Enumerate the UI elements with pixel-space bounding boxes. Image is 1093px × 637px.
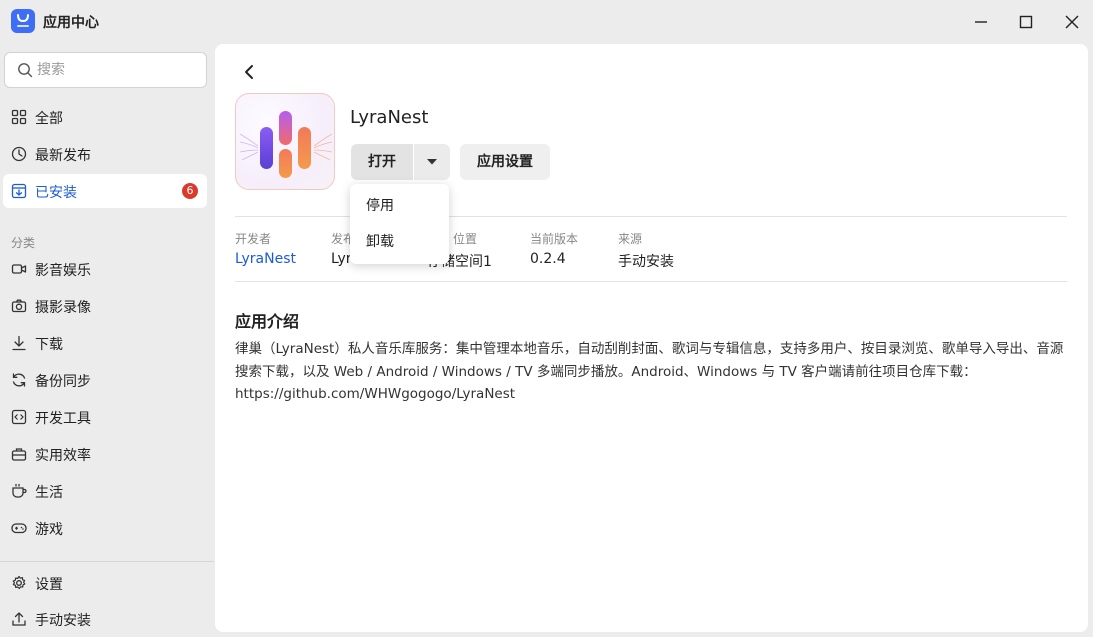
meta-label-developer: 开发者 <box>235 232 272 246</box>
sidebar-item-label: 摄影录像 <box>35 300 91 316</box>
sidebar-item-manual-install[interactable]: 手动安装 <box>3 602 207 636</box>
sidebar-item-label: 影音娱乐 <box>35 263 91 279</box>
app-icon <box>235 93 335 190</box>
app-detail-panel: LyraNest 打开 应用设置 开发者 LyraNest 发布 Lyr 位置 … <box>215 44 1088 632</box>
open-options-dropdown[interactable] <box>414 144 450 180</box>
back-icon[interactable] <box>239 62 259 82</box>
caret-down-icon <box>427 159 437 165</box>
upload-icon <box>12 612 26 626</box>
meta-value-publisher: Lyr <box>331 251 352 267</box>
sidebar-item-label: 设置 <box>35 577 63 593</box>
minimize-icon[interactable] <box>969 10 993 34</box>
window-title: 应用中心 <box>43 15 99 31</box>
sidebar-item-label: 已安装 <box>35 185 77 201</box>
meta-value-version: 0.2.4 <box>530 251 566 267</box>
sidebar-item-label: 备份同步 <box>35 374 91 390</box>
intro-text: 律巢（LyraNest）私人音乐库服务：集中管理本地音乐，自动刮削封面、歌词与专… <box>235 341 1064 402</box>
sidebar-item-backup[interactable]: 备份同步 <box>3 363 207 397</box>
sidebar-item-installed[interactable]: 已安装 6 <box>3 174 207 208</box>
sidebar-item-devtools[interactable]: 开发工具 <box>3 400 207 434</box>
cup-icon <box>12 483 27 498</box>
sidebar-item-label: 生活 <box>35 485 63 501</box>
meta-label-location: 位置 <box>453 232 478 246</box>
video-icon <box>11 264 27 274</box>
sidebar-item-download[interactable]: 下载 <box>3 326 207 360</box>
sidebar-item-productivity[interactable]: 实用效率 <box>3 437 207 471</box>
sidebar-item-latest[interactable]: 最新发布 <box>3 137 207 171</box>
sidebar-item-photo[interactable]: 摄影录像 <box>3 289 207 323</box>
sync-icon <box>12 373 26 387</box>
sidebar-item-label: 下载 <box>35 337 63 353</box>
app-settings-button[interactable]: 应用设置 <box>460 144 550 180</box>
clock-icon <box>11 146 27 162</box>
store-icon <box>11 9 35 33</box>
search-icon <box>18 63 33 78</box>
sidebar-item-media[interactable]: 影音娱乐 <box>3 252 207 286</box>
close-icon[interactable] <box>1060 10 1084 34</box>
sidebar-item-label: 游戏 <box>35 522 63 538</box>
sidebar-item-all[interactable]: 全部 <box>3 100 207 134</box>
download-icon <box>12 335 26 351</box>
app-name: LyraNest <box>350 107 429 128</box>
sidebar-item-life[interactable]: 生活 <box>3 474 207 508</box>
sidebar-item-label: 开发工具 <box>35 411 91 427</box>
installed-icon <box>11 183 27 199</box>
disable-menu-item[interactable]: 停用 <box>350 188 449 224</box>
sidebar-item-settings[interactable]: 设置 <box>3 566 207 600</box>
sidebar-item-games[interactable]: 游戏 <box>3 511 207 545</box>
sidebar-item-label: 最新发布 <box>35 148 91 164</box>
code-icon <box>11 409 27 425</box>
meta-label-source: 来源 <box>618 232 643 246</box>
toolbox-icon <box>11 448 27 461</box>
developer-link[interactable]: LyraNest <box>235 251 296 267</box>
intro-heading: 应用介绍 <box>235 312 300 331</box>
sidebar-item-label: 实用效率 <box>35 448 91 464</box>
search-box[interactable] <box>4 52 207 88</box>
meta-label-version: 当前版本 <box>530 232 579 246</box>
open-options-menu: 停用 卸载 <box>350 184 449 264</box>
divider <box>235 281 1067 282</box>
search-input[interactable] <box>37 60 197 80</box>
sidebar-item-label: 全部 <box>35 111 63 127</box>
title-bar: 应用中心 <box>0 0 1093 44</box>
meta-value-source: 手动安装 <box>618 254 674 270</box>
sidebar-divider <box>0 561 214 562</box>
camera-icon <box>11 299 27 313</box>
count-badge: 6 <box>182 183 198 199</box>
gear-icon <box>12 575 26 590</box>
uninstall-menu-item[interactable]: 卸载 <box>350 224 449 260</box>
gamepad-icon <box>11 523 27 534</box>
open-button[interactable]: 打开 <box>351 144 413 180</box>
grid-icon <box>11 109 27 125</box>
sidebar-item-label: 手动安装 <box>35 613 91 629</box>
maximize-icon[interactable] <box>1014 10 1038 34</box>
category-heading: 分类 <box>11 236 36 250</box>
sidebar: 全部 最新发布 已安装 6 分类 影音娱乐 摄影录像 <box>0 44 214 637</box>
